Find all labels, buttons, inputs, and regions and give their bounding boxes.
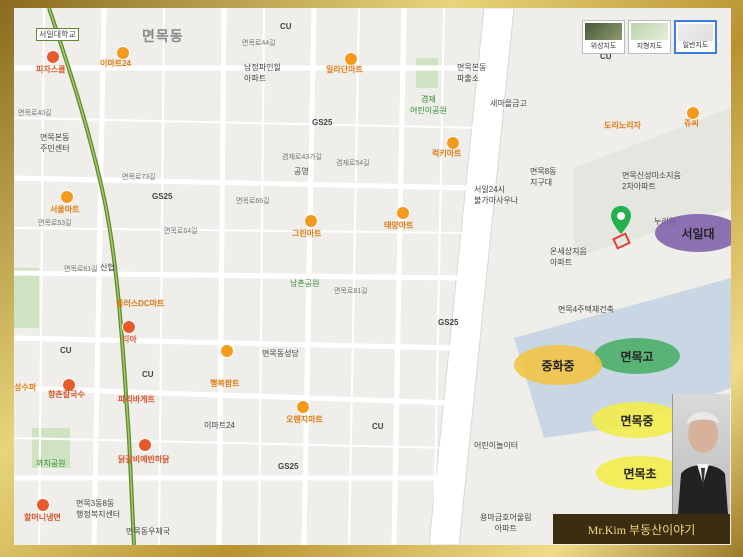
label-kkachi: 까치공원 <box>36 459 66 468</box>
street-name: 면목로64길 <box>164 228 198 235</box>
label-saemaul: 새마을금고 <box>490 99 527 108</box>
terrain-map-label: 지형지도 <box>636 43 663 50</box>
label-gyeongjae: 겸재 어린이공원 <box>410 95 447 115</box>
poi-emart24[interactable]: 이마트24 <box>100 58 131 69</box>
school-seoil[interactable]: 서일대 <box>655 214 731 252</box>
conv-store[interactable]: GS25 <box>438 318 458 327</box>
street-name: 면목로73길 <box>122 174 156 181</box>
label-namchon: 남촌공원 <box>290 279 320 288</box>
label-myeonmok3-8: 면목3동8동 행정복지센터 <box>76 499 121 519</box>
store-pin[interactable] <box>296 400 310 414</box>
school-myeonmok-middle[interactable]: 면목중 <box>592 402 682 438</box>
normal-thumb-icon <box>678 24 713 41</box>
brand-banner: Mr.Kim 부동산이야기 <box>553 514 730 544</box>
poi-green[interactable]: 그린마트 <box>292 228 321 239</box>
conv-store[interactable]: CU <box>60 346 72 355</box>
street-name: 면목로53길 <box>38 220 72 227</box>
street-name: 면목로44길 <box>242 40 276 47</box>
district-label: 면목동 <box>142 28 184 44</box>
restaurant-pin[interactable] <box>46 50 60 64</box>
label-seoil24: 서일24시 불가마사우나 <box>474 185 519 205</box>
normal-map-button[interactable]: 일반지도 <box>674 20 717 54</box>
map-type-switcher: 위성지도 지형지도 일반지도 <box>582 20 717 54</box>
school-junghwa-middle[interactable]: 중화중 <box>514 345 602 385</box>
label-yongma: 용마금호어울림 아파트 <box>480 513 532 533</box>
label-myeonmok8: 면목8동 지구대 <box>530 167 557 187</box>
street-name: 겸재로43가길 <box>282 154 322 161</box>
restaurant-pin[interactable] <box>36 498 50 512</box>
label-namjeong: 남정파인힐 아파트 <box>244 63 281 83</box>
label-onsejium: 온세상지음 아파트 <box>550 247 587 267</box>
restaurant-pin[interactable] <box>138 438 152 452</box>
author-photo <box>672 394 730 514</box>
conv-store[interactable]: GS25 <box>278 462 298 471</box>
poi-paris[interactable]: 파리바게트 <box>118 394 155 405</box>
street-name: 면목로61길 <box>64 266 98 273</box>
poi-jusi[interactable]: 쥬씨 <box>684 118 699 129</box>
school-myeonmok-elementary[interactable]: 면목초 <box>596 456 684 490</box>
restaurant-pin[interactable] <box>122 320 136 334</box>
label-gongwon: 공영 <box>294 167 309 176</box>
poi-tia[interactable]: 티아 <box>122 334 137 345</box>
label-sinseong: 신협 <box>100 263 115 272</box>
poi-emart24-b[interactable]: 이마트24 <box>204 420 235 431</box>
poi-suseong[interactable]: 성수퍼 <box>14 382 36 393</box>
poi-hyangchon[interactable]: 향촌칼국수 <box>48 389 85 400</box>
conv-store[interactable]: GS25 <box>312 118 332 127</box>
label-myeonmok-church: 면목동성당 <box>262 349 299 358</box>
label-paechul: 면목본동 파출소 <box>457 63 487 83</box>
poi-taeyang[interactable]: 태양마트 <box>384 220 413 231</box>
poi-haengbok[interactable]: 행복팜트 <box>210 378 239 389</box>
label-myeonmok4: 면목4주택재건축 <box>558 305 614 314</box>
poi-ohyeon[interactable]: 오렌지마트 <box>286 414 323 425</box>
poi-lucky[interactable]: 럭키마트 <box>432 148 461 159</box>
street-name: 면목로66길 <box>236 198 270 205</box>
conv-store[interactable]: CU <box>280 22 292 31</box>
store-pin[interactable] <box>220 344 234 358</box>
poi-pizza[interactable]: 피자스쿨 <box>36 64 65 75</box>
terrain-map-button[interactable]: 지형지도 <box>628 20 671 54</box>
poi-seoul[interactable]: 서울마트 <box>50 204 79 215</box>
station-label[interactable]: 서일대학교 <box>36 28 79 41</box>
poi-dakgalbi[interactable]: 닭갈비예반하닭 <box>118 454 170 465</box>
location-pin-icon[interactable] <box>611 206 631 234</box>
street-name: 면목로40길 <box>18 110 52 117</box>
author-portrait-icon <box>678 412 728 514</box>
store-pin[interactable] <box>396 206 410 220</box>
poi-halmeoni[interactable]: 할머니냉면 <box>24 512 61 523</box>
conv-store[interactable]: CU <box>142 370 154 379</box>
terrain-thumb-icon <box>631 23 668 40</box>
label-sindongmi: 면목신성미소지움 2차아파트 <box>622 171 681 191</box>
poi-onds[interactable]: 플러스DC마트 <box>116 298 164 309</box>
satellite-map-label: 위성지도 <box>590 43 617 50</box>
label-daycare: 어린이놀이터 <box>474 441 519 450</box>
poi-dorinori[interactable]: 도리노리자 <box>604 120 641 131</box>
label-myeonmokbondong: 면목본동 주민센터 <box>40 133 70 153</box>
label-myeonmok-post: 면목동우체국 <box>126 527 171 536</box>
store-pin[interactable] <box>60 190 74 204</box>
poi-allda[interactable]: 일라단마트 <box>326 64 363 75</box>
school-myeonmok-high[interactable]: 면목고 <box>594 338 680 374</box>
map-canvas[interactable]: 면목동 서일대학교 면목본동 주민센터 남정파인힐 아파트 겸재 어린이공원 면… <box>14 8 731 545</box>
conv-store[interactable]: CU <box>372 422 384 431</box>
street-name: 면목로81길 <box>334 288 368 295</box>
satellite-map-button[interactable]: 위성지도 <box>582 20 625 54</box>
conv-store[interactable]: GS25 <box>152 192 172 201</box>
store-pin[interactable] <box>304 214 318 228</box>
street-name: 겸재로54길 <box>336 160 370 167</box>
satellite-thumb-icon <box>585 23 622 40</box>
normal-map-label: 일반지도 <box>682 42 709 49</box>
